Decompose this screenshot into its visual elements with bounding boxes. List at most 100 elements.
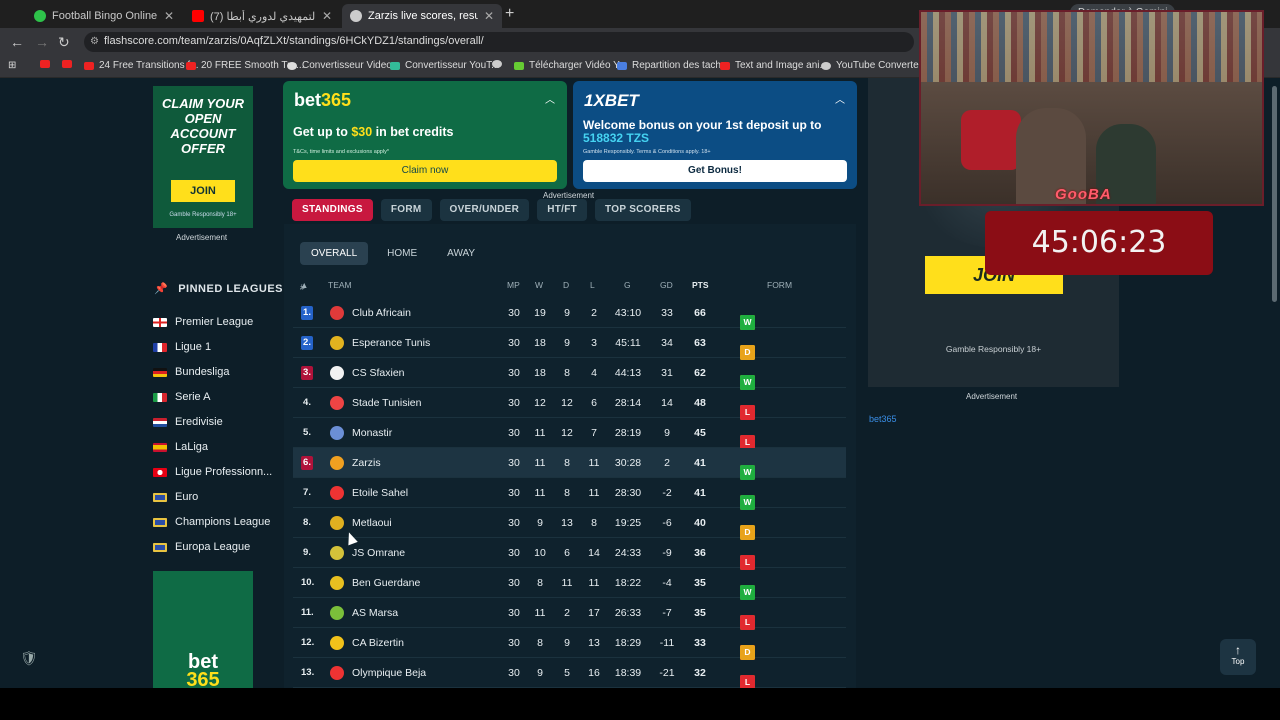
bookmark-label: Text and Image ani...: [735, 60, 828, 71]
left-ad-banner-2[interactable]: bet 365: [153, 571, 253, 688]
subtab-overall[interactable]: OVERALL: [300, 242, 369, 265]
tab-form[interactable]: FORM: [380, 199, 432, 221]
header-label: #: [300, 282, 305, 292]
ad-join-button[interactable]: JOIN: [171, 180, 235, 202]
browser-tab[interactable]: (7) قرعة الدور التمهيدي لدوري أبطا ✕: [184, 4, 340, 28]
league-item[interactable]: Bundesliga: [153, 362, 229, 382]
onexbet-ad[interactable]: 1XBET ︿ Welcome bonus on your 1st deposi…: [573, 81, 857, 189]
table-row[interactable]: 7.Etoile Sahel301181128:30-241LWLLW: [293, 478, 846, 510]
team-name-link[interactable]: Monastir: [352, 427, 392, 439]
team-name-link[interactable]: Club Africain: [352, 307, 411, 319]
new-tab-icon[interactable]: +: [505, 5, 514, 23]
league-item[interactable]: Europa League: [153, 537, 250, 557]
claim-now-button[interactable]: Claim now: [293, 160, 557, 182]
row-rank: 1.: [301, 306, 313, 320]
bookmark[interactable]: [492, 60, 507, 68]
bookmark[interactable]: Text and Image ani...: [720, 60, 828, 71]
team-name-link[interactable]: Olympique Beja: [352, 667, 426, 679]
team-name-link[interactable]: Stade Tunisien: [352, 397, 421, 409]
team-name-link[interactable]: Etoile Sahel: [352, 487, 408, 499]
team-name-link[interactable]: Esperance Tunis: [352, 337, 430, 349]
tab-over-under[interactable]: OVER/UNDER: [439, 199, 530, 221]
close-icon[interactable]: ✕: [164, 9, 174, 23]
form-badge[interactable]: L: [740, 675, 755, 688]
get-bonus-button[interactable]: Get Bonus!: [583, 160, 847, 182]
back-icon[interactable]: ←: [10, 34, 24, 50]
cell-mp: 30: [508, 307, 520, 319]
league-item[interactable]: LaLiga: [153, 437, 208, 457]
close-icon[interactable]: ✕: [484, 9, 494, 23]
close-icon[interactable]: ✕: [322, 9, 332, 23]
shield-check-icon[interactable]: 🛡: [20, 650, 40, 670]
header-l[interactable]: L: [590, 280, 595, 290]
bookmark[interactable]: [62, 60, 77, 68]
table-row[interactable]: 2.Esperance Tunis30189345:113463WLWDD: [293, 328, 846, 360]
table-row[interactable]: 12.CA Bizertin30891318:29-1133LLLLD: [293, 628, 846, 660]
league-item[interactable]: Premier League: [153, 312, 253, 332]
table-row[interactable]: 6.Zarzis301181130:28241WWWLW: [293, 448, 846, 480]
league-item[interactable]: Ligue 1: [153, 337, 211, 357]
header-pts[interactable]: PTS: [692, 280, 709, 290]
broken-image[interactable]: bet365: [869, 414, 897, 424]
bookmark[interactable]: YouTube Converter...: [821, 60, 930, 71]
header-mp[interactable]: MP: [507, 280, 520, 290]
bookmark[interactable]: 24 Free Transitions f...: [84, 60, 199, 71]
team-name-link[interactable]: AS Marsa: [352, 607, 398, 619]
site-info-icon[interactable]: ⚙: [90, 36, 99, 47]
header-d[interactable]: D: [563, 280, 569, 290]
table-row[interactable]: 10.Ben Guerdane308111118:22-435LDLWW: [293, 568, 846, 600]
header-w[interactable]: W: [535, 280, 543, 290]
team-name-link[interactable]: Ben Guerdane: [352, 577, 420, 589]
team-name-link[interactable]: Metlaoui: [352, 517, 392, 529]
cell-g: 26:33: [614, 607, 642, 619]
tab-standings[interactable]: STANDINGS: [292, 199, 373, 221]
scrollbar-thumb[interactable]: [1272, 86, 1277, 302]
bookmark[interactable]: Convertisseur YouT...: [390, 60, 500, 71]
league-item[interactable]: Eredivisie: [153, 412, 223, 432]
browser-tab[interactable]: Football Bingo Online - Play No ✕: [26, 4, 182, 28]
left-ad-banner[interactable]: CLAIM YOUR OPEN ACCOUNT OFFER JOIN Gambl…: [153, 86, 253, 228]
browser-tab-active[interactable]: Zarzis live scores, results, fixtures ✕: [342, 4, 502, 28]
tab-ht-ft[interactable]: HT/FT: [537, 199, 588, 221]
header-gd[interactable]: GD: [660, 280, 673, 290]
ad-label: Advertisement: [966, 392, 1018, 401]
league-item[interactable]: Euro: [153, 487, 198, 507]
league-item[interactable]: Serie A: [153, 387, 210, 407]
table-row[interactable]: 1.Club Africain30199243:103366DWWDW: [293, 298, 846, 330]
team-name-link[interactable]: JS Omrane: [352, 547, 405, 559]
header-team[interactable]: TEAM: [328, 280, 352, 290]
collapse-icon[interactable]: ︿: [545, 91, 555, 106]
cell-pts: 63: [694, 337, 706, 349]
ad-disclaimer: Gamble Responsibly 18+: [945, 344, 1042, 354]
subtab-away[interactable]: AWAY: [436, 242, 486, 265]
bookmark[interactable]: [40, 60, 55, 68]
tab-favicon-icon: [34, 10, 46, 22]
table-row[interactable]: 4.Stade Tunisien301212628:141448WDLLL: [293, 388, 846, 420]
table-row[interactable]: 13.Olympique Beja30951618:39-2132DWLWL: [293, 658, 846, 688]
league-item[interactable]: Champions League: [153, 512, 270, 532]
header-rank[interactable]: # ▲: [300, 280, 308, 292]
team-name-link[interactable]: CS Sfaxien: [352, 367, 405, 379]
url-field[interactable]: ⚙ flashscore.com/team/zarzis/0AqfZLXt/st…: [84, 32, 914, 52]
table-row[interactable]: 11.AS Marsa301121726:33-735DLWWL: [293, 598, 846, 630]
team-name-link[interactable]: Zarzis: [352, 457, 381, 469]
team-name-link[interactable]: CA Bizertin: [352, 637, 404, 649]
forward-icon[interactable]: →: [35, 34, 49, 50]
collapse-icon[interactable]: ︿: [835, 91, 845, 106]
table-row[interactable]: 3.CS Sfaxien30188444:133162WWWDW: [293, 358, 846, 390]
bookmark[interactable]: Convertisseur Video...: [287, 60, 400, 71]
tab-top-scorers[interactable]: TOP SCORERS: [595, 199, 691, 221]
league-item[interactable]: Ligue Professionn...: [153, 462, 272, 482]
table-row[interactable]: 5.Monastir301112728:19945WLLWL: [293, 418, 846, 450]
header-g[interactable]: G: [624, 280, 631, 290]
table-row[interactable]: 8.Metlaoui30913819:25-640DLWWD: [293, 508, 846, 540]
bookmark[interactable]: Télécharger Vidéo Y...: [514, 60, 627, 71]
table-row[interactable]: 9.JS Omrane301061424:33-936DLLWL: [293, 538, 846, 570]
bet365-ad[interactable]: bet365 ︿ Get up to $30 in bet credits T&…: [283, 81, 567, 189]
scrollbar[interactable]: [1271, 78, 1278, 688]
reload-icon[interactable]: ↻: [58, 34, 70, 51]
scroll-top-button[interactable]: ↑ Top: [1220, 639, 1256, 675]
subtab-home[interactable]: HOME: [376, 242, 428, 265]
apps-icon[interactable]: ⊞: [8, 60, 16, 71]
bookmark[interactable]: Repartition des tach...: [617, 60, 729, 71]
